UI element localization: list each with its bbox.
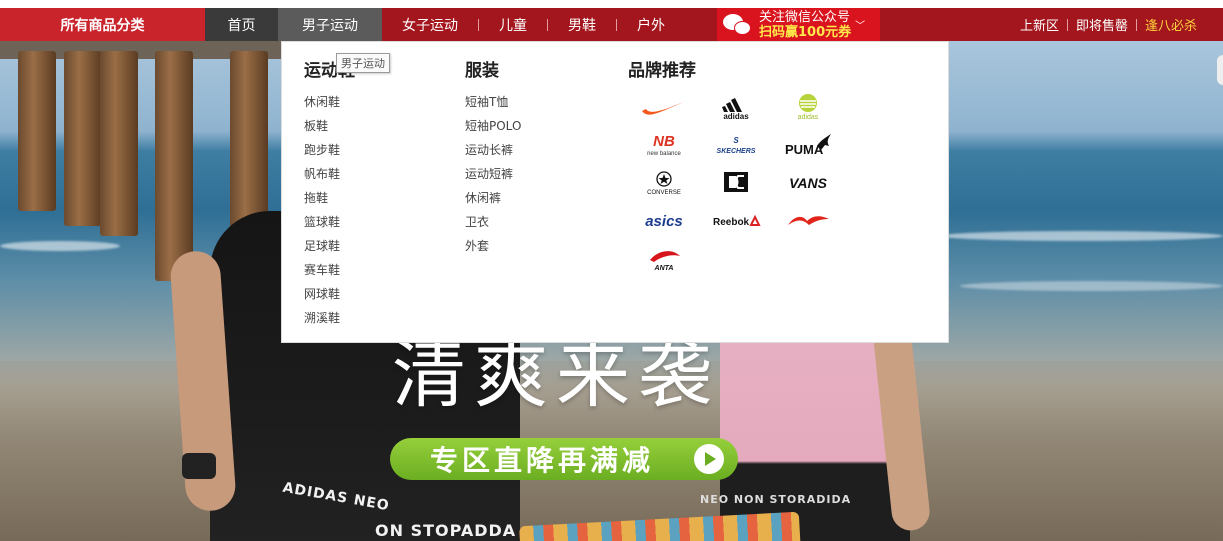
header-quick-links: 上新区 即将售罄 逢八必杀 [1012,8,1205,41]
puma-logo-icon: PUMA [785,134,831,157]
wave [0,241,120,251]
brands-column: 品牌推荐 [628,56,696,90]
shoes-item[interactable]: 网球鞋 [304,282,355,306]
mens-sports-dropdown: 运动鞋 休闲鞋 板鞋 跑步鞋 帆布鞋 拖鞋 篮球鞋 足球鞋 赛车鞋 网球鞋 溯溪… [281,41,949,343]
nike-logo-icon [642,101,686,115]
svg-text:ANTA: ANTA [654,265,674,272]
apparel-item[interactable]: 短袖T恤 [465,90,521,114]
promo-cta-button[interactable]: 专区直降再满减 [390,438,738,480]
svg-text:S: S [733,136,739,145]
brand-vans[interactable]: VANS [772,164,844,202]
brand-skechers[interactable]: S SKECHERS [700,126,772,164]
wave [940,231,1223,241]
brand-asics[interactable]: asics [628,202,700,240]
wechat-coupon-text: 扫码赢100元券 [759,24,852,40]
svg-text:NB: NB [653,133,675,150]
brand-dc-shoes[interactable] [700,164,772,202]
pier-pillar [155,51,193,281]
svg-text:VANS: VANS [789,175,828,191]
vans-logo-icon: VANS [789,175,828,191]
shoes-column: 运动鞋 休闲鞋 板鞋 跑步鞋 帆布鞋 拖鞋 篮球鞋 足球鞋 赛车鞋 网球鞋 溯溪… [304,56,355,330]
apparel-item[interactable]: 外套 [465,234,521,258]
brand-puma[interactable]: PUMA [772,126,844,164]
brand-nike[interactable] [628,88,700,126]
pier-pillar [64,51,102,226]
adidas-originals-logo-icon: adidas [798,94,819,121]
hover-tooltip: 男子运动 [336,53,390,73]
carousel-next-handle[interactable] [1217,55,1223,85]
shoes-item[interactable]: 拖鞋 [304,186,355,210]
wave [960,281,1223,291]
svg-text:asics: asics [645,213,683,230]
pier-pillar [18,51,56,211]
skechers-logo-icon: S SKECHERS [717,136,756,155]
anta-logo-icon: ANTA [650,251,680,272]
shoes-item[interactable]: 帆布鞋 [304,162,355,186]
apparel-item[interactable]: 运动长裤 [465,138,521,162]
brand-li-ning[interactable] [772,202,844,240]
converse-logo-icon: CONVERSE [647,171,681,196]
apparel-title[interactable]: 服装 [465,56,521,81]
shoes-item[interactable]: 跑步鞋 [304,138,355,162]
reebok-logo-icon: Reebok [713,214,761,228]
link-flash-sale[interactable]: 逢八必杀 [1137,15,1205,34]
new-balance-logo-icon: NB new balance [647,133,681,157]
brand-logo-grid: adidas adidas NB new balance S SKECHERS [628,88,844,278]
top-strip [0,0,1223,8]
dc-shoes-logo-icon [724,172,748,192]
li-ning-logo-icon [788,216,829,225]
nav-kids[interactable]: 儿童 [479,8,547,41]
brand-anta[interactable]: ANTA [628,240,700,278]
link-new-arrivals[interactable]: 上新区 [1012,15,1067,34]
main-nav: 所有商品分类 首页 男子运动 女子运动 儿童 男鞋 户外 关注微信公众号 扫码赢… [0,8,1223,41]
brand-reebok[interactable]: Reebok [700,202,772,240]
wechat-follow-banner[interactable]: 关注微信公众号 扫码赢100元券 ﹀ [717,8,880,41]
wechat-follow-text: 关注微信公众号 [759,9,851,25]
svg-text:adidas: adidas [723,112,749,120]
brand-adidas-originals[interactable]: adidas [772,88,844,126]
apparel-item[interactable]: 短袖POLO [465,114,521,138]
apparel-item[interactable]: 运动短裤 [465,162,521,186]
shoes-item[interactable]: 休闲鞋 [304,90,355,114]
brand-adidas[interactable]: adidas [700,88,772,126]
nav-home[interactable]: 首页 [205,8,278,41]
shirt-print-right: NEO NON STORADIDA [700,493,852,506]
chevron-down-icon: ﹀ [855,21,866,32]
promo-cta-label: 专区直降再满减 [430,444,655,477]
shirt-print-left-2: ON STOPADDA [375,521,517,540]
watch [182,453,216,479]
adidas-logo-icon: adidas [722,98,749,120]
brand-converse[interactable]: CONVERSE [628,164,700,202]
svg-text:Reebok: Reebok [713,217,750,228]
nav-outdoor[interactable]: 户外 [617,8,685,41]
svg-text:CONVERSE: CONVERSE [647,190,681,196]
asics-logo-icon: asics [645,213,683,230]
brands-title: 品牌推荐 [628,61,696,81]
brand-new-balance[interactable]: NB new balance [628,126,700,164]
pier-pillar [100,51,138,236]
link-selling-out[interactable]: 即将售罄 [1068,15,1136,34]
svg-text:adidas: adidas [798,114,819,121]
nav-womens-sports[interactable]: 女子运动 [382,8,478,41]
shoes-item[interactable]: 篮球鞋 [304,210,355,234]
shoes-item[interactable]: 足球鞋 [304,234,355,258]
shoes-item[interactable]: 赛车鞋 [304,258,355,282]
svg-text:PUMA: PUMA [785,142,824,157]
wechat-icon [723,12,753,38]
apparel-item[interactable]: 休闲裤 [465,186,521,210]
play-icon [694,444,724,474]
all-categories-button[interactable]: 所有商品分类 [0,8,205,41]
svg-text:SKECHERS: SKECHERS [717,148,756,155]
nav-mens-sports[interactable]: 男子运动 [278,8,382,41]
apparel-column: 服装 短袖T恤 短袖POLO 运动长裤 运动短裤 休闲裤 卫衣 外套 [465,56,521,258]
nav-mens-shoes[interactable]: 男鞋 [548,8,616,41]
shoes-item[interactable]: 板鞋 [304,114,355,138]
apparel-item[interactable]: 卫衣 [465,210,521,234]
shoes-item[interactable]: 溯溪鞋 [304,306,355,330]
svg-text:new balance: new balance [647,151,681,157]
